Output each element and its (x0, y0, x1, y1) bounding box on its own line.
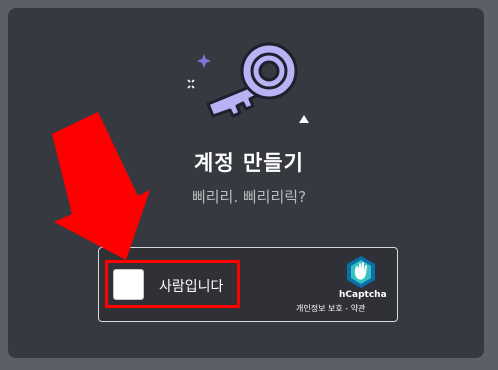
triangle-icon (299, 115, 309, 123)
link-separator: - (345, 304, 349, 313)
hcaptcha-logo-icon[interactable] (344, 255, 378, 289)
highlight-annotation (105, 260, 240, 308)
cross-icon (187, 79, 195, 89)
hcaptcha-footer-links: 개인정보 보호 - 약관 (296, 303, 365, 314)
sparkle-icon (197, 54, 211, 68)
terms-link[interactable]: 약관 (351, 304, 366, 313)
red-arrow-annotation (52, 112, 150, 260)
privacy-link[interactable]: 개인정보 보호 (296, 304, 343, 313)
key-icon (206, 42, 298, 118)
hcaptcha-brand[interactable]: hCaptcha (339, 290, 387, 300)
key-illustration (187, 42, 309, 123)
